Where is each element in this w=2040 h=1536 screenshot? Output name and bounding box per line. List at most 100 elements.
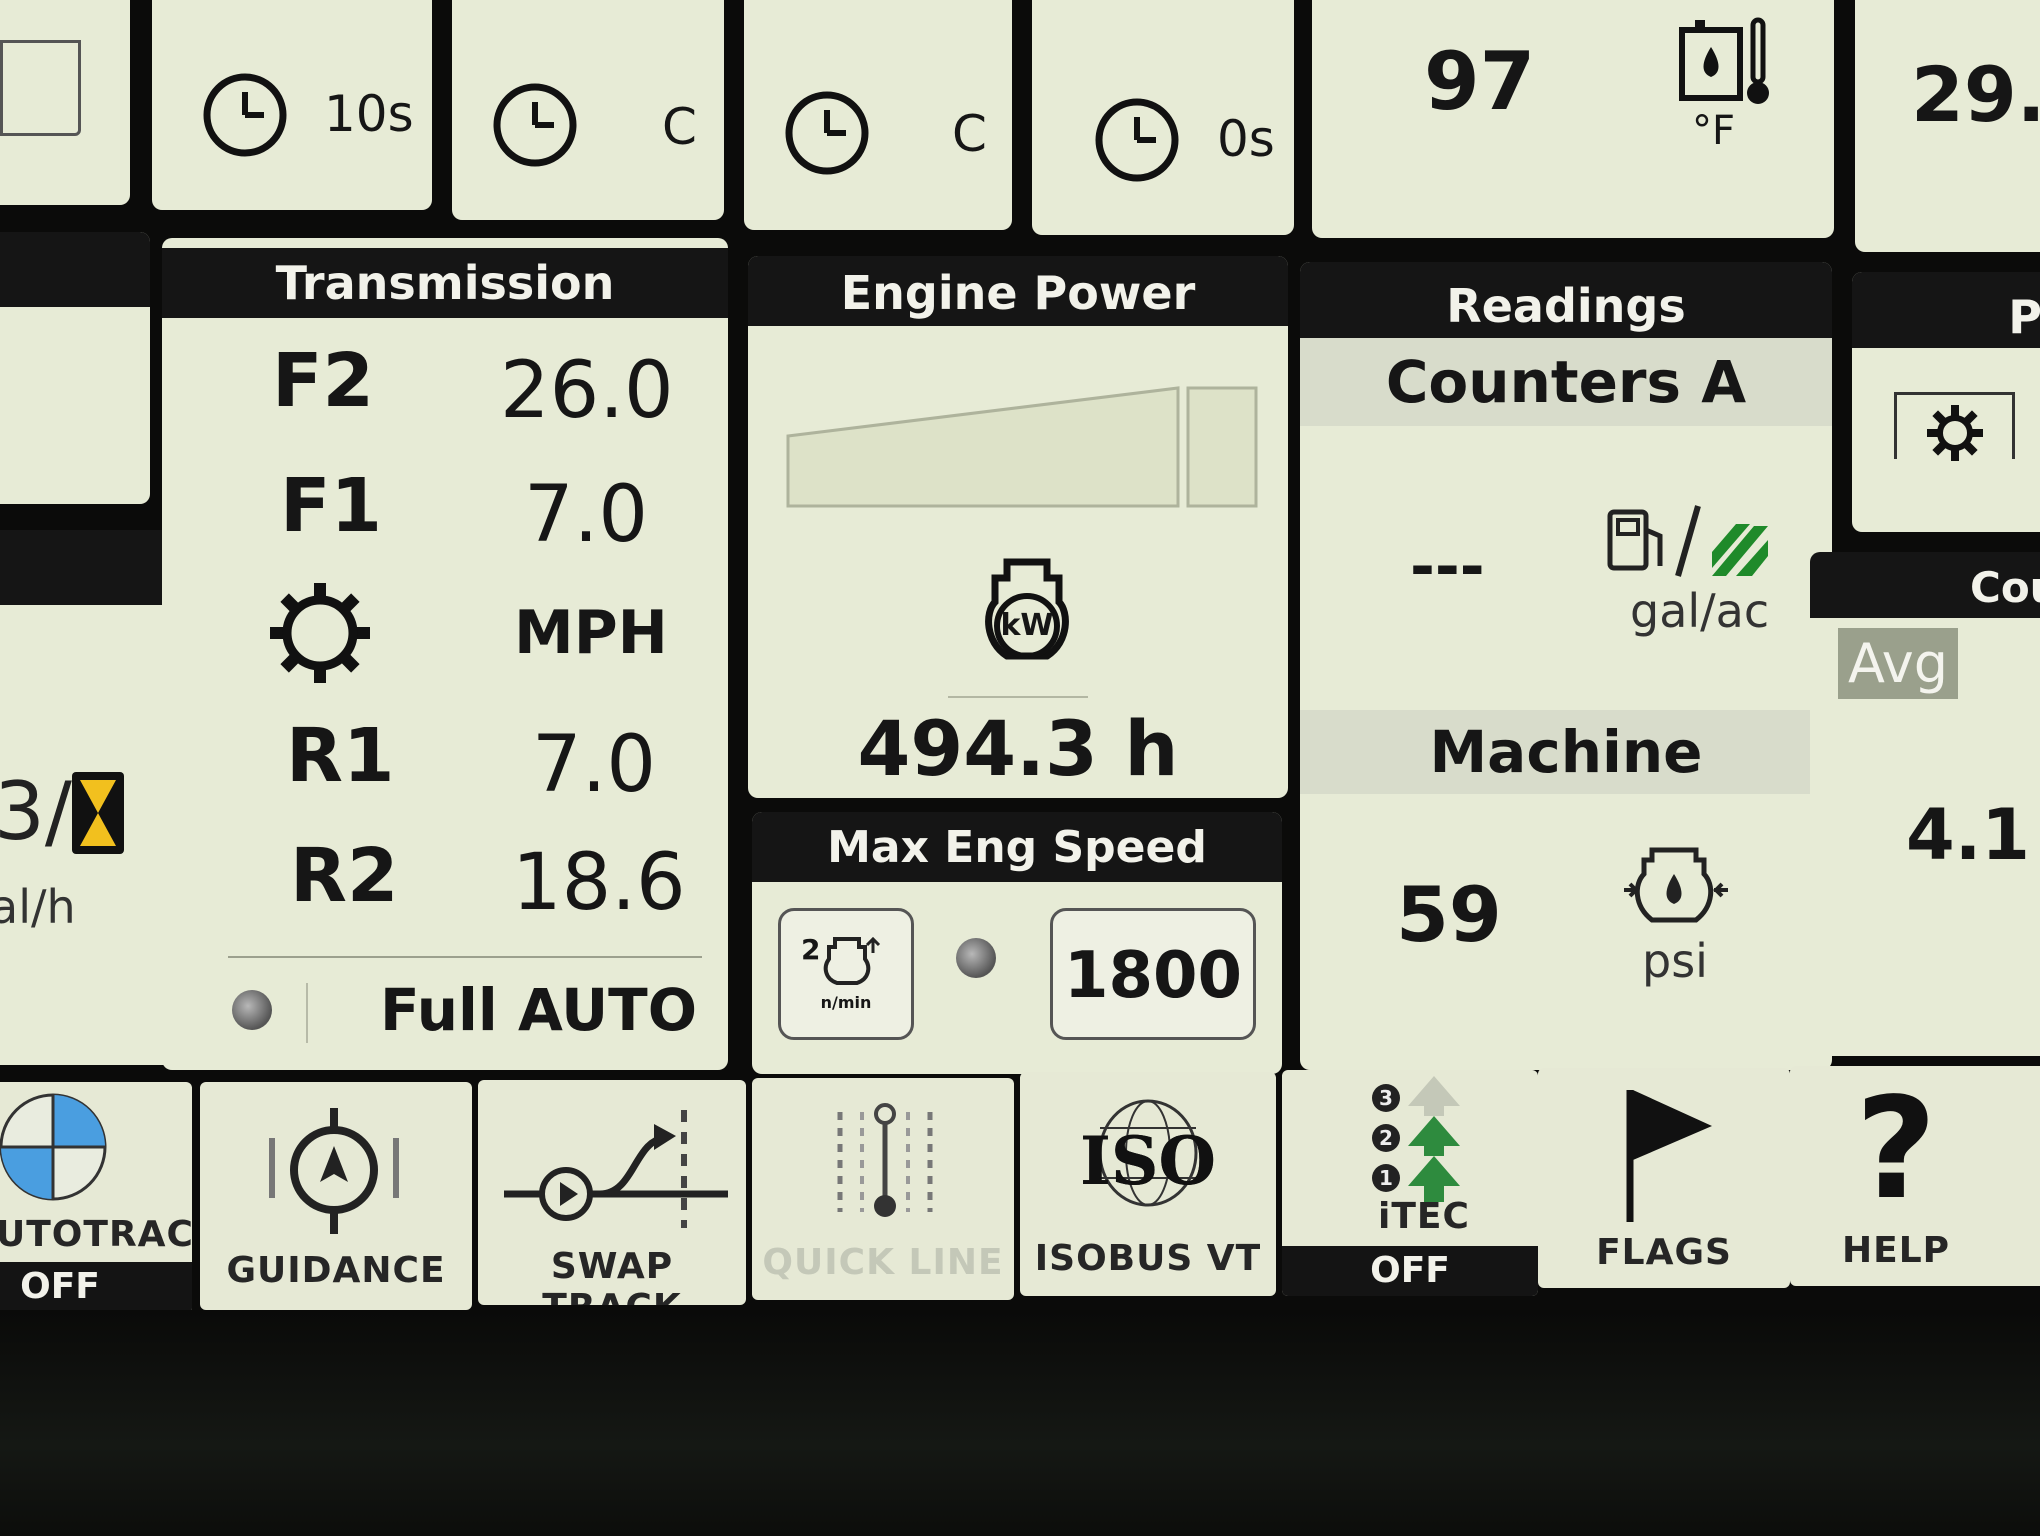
display-bezel: [0, 1310, 2040, 1536]
max-eng-speed-title: Max Eng Speed: [752, 812, 1282, 882]
readings-title: Readings: [1300, 262, 1832, 338]
status-indicator: [232, 990, 272, 1030]
left-partial-tile-1[interactable]: [0, 232, 150, 504]
help-icon: ?: [1855, 1068, 1937, 1231]
itec-sequence-icon: [1408, 1076, 1460, 1202]
clock-icon: [493, 83, 577, 167]
engine-power-title: Engine Power: [748, 256, 1288, 326]
transmission-tile[interactable]: Transmission F2 26.0 F1 7.0 MPH R1 7.0 R…: [162, 238, 728, 1070]
timer-3-value: C: [952, 105, 987, 163]
hourglass-icon: [72, 772, 124, 854]
timer-1-value: 10s: [324, 85, 414, 143]
flag-icon: [1626, 1090, 1712, 1222]
clock-icon: [785, 91, 869, 175]
right-partial-value: 4.1: [1906, 794, 2031, 876]
engine-hours: 494.3 h: [857, 704, 1179, 793]
left-top-tile[interactable]: [0, 0, 130, 205]
itec-state-bar: OFF: [1282, 1246, 1538, 1296]
timer-2-value: C: [662, 98, 697, 156]
max-eng-speed-tile[interactable]: Max Eng Speed 2 n/min 1800: [752, 812, 1282, 1074]
clock-icon: [1095, 98, 1179, 182]
fuel-rate-value: ---: [1410, 532, 1485, 602]
max-eng-speed-value-button[interactable]: 1800: [1050, 908, 1256, 1040]
swap-track-label: SWAP TRACK: [542, 1246, 680, 1305]
clock-icon: [203, 73, 287, 157]
machine-header: Machine: [1300, 710, 1832, 794]
partial-top-right-value: 29.4: [1911, 50, 2040, 139]
gear-label-f2: F2: [272, 338, 375, 424]
engine-power-tile[interactable]: Engine Power kW 494.3 h: [748, 256, 1288, 798]
transmission-mode: Full AUTO: [380, 976, 698, 1044]
right-partial-header-1: P: [1852, 272, 2040, 348]
gear-label-r1: R1: [286, 713, 395, 799]
speed-unit: MPH: [514, 598, 668, 668]
oil-pressure-unit: psi: [1642, 934, 1708, 988]
autotrac-label: UTOTRAC: [0, 1214, 192, 1255]
gear-icon: [270, 583, 370, 683]
temperature-unit: °F: [1692, 108, 1736, 154]
engine-power-gauge: [786, 386, 1258, 508]
engine-kw-label: kW: [1000, 608, 1054, 643]
guidance-icon: [269, 1108, 399, 1234]
fuel-rate-unit: gal/ac: [1630, 584, 1770, 638]
autotrac-button[interactable]: UTOTRAC OFF: [0, 1082, 192, 1314]
oil-pressure-value: 59: [1396, 870, 1502, 959]
flags-label: FLAGS: [1596, 1232, 1732, 1273]
timer-tile-3[interactable]: C: [744, 0, 1012, 230]
autotrac-icon: [0, 1093, 107, 1201]
flags-button[interactable]: FLAGS: [1538, 1068, 1790, 1288]
quick-line-button[interactable]: QUICK LINE: [752, 1078, 1014, 1300]
speed-indicator-dot: [956, 938, 996, 978]
temperature-value: 97: [1424, 35, 1536, 128]
max-eng-speed-value: 1800: [1063, 939, 1243, 1013]
swap-track-icon: [504, 1110, 728, 1228]
itec-step-1: 1: [1372, 1164, 1400, 1192]
gear-label-f1: F1: [280, 463, 383, 549]
gear-label-r2: R2: [290, 833, 399, 919]
quick-line-label: QUICK LINE: [762, 1242, 1004, 1283]
itec-step-3: 3: [1372, 1084, 1400, 1112]
counters-a-header: Counters A: [1300, 338, 1832, 426]
isobus-logo-text: ISO: [1079, 1122, 1217, 1200]
settings-button[interactable]: [1894, 392, 2015, 461]
help-label: HELP: [1841, 1230, 1951, 1271]
left-partial-unit: al/h: [0, 880, 76, 934]
itec-button[interactable]: 3 2 1 iTEC OFF: [1282, 1070, 1538, 1296]
swap-track-button[interactable]: SWAP TRACK: [478, 1080, 746, 1305]
oil-temperature-icon: [1679, 17, 1769, 104]
right-partial-tile-1[interactable]: P: [1852, 272, 2040, 532]
left-partial-tile-2[interactable]: 3/ al/h: [0, 530, 178, 1065]
quick-line-icon: [837, 1103, 933, 1217]
engine-speed-icon: [823, 936, 881, 985]
timer-4-value: 0s: [1217, 110, 1275, 168]
autotrac-state-bar: OFF: [0, 1262, 192, 1314]
timer-tile-4[interactable]: 0s: [1032, 0, 1294, 235]
transmission-title: Transmission: [162, 248, 728, 318]
right-partial-header-2: Cou: [1810, 552, 2040, 618]
timer-tile-1[interactable]: 10s: [152, 0, 432, 210]
itec-step-2: 2: [1372, 1124, 1400, 1152]
isobus-vt-label: ISOBUS VT: [1034, 1238, 1262, 1279]
guidance-label: GUIDANCE: [226, 1250, 446, 1291]
engine-speed-preset-button[interactable]: 2 n/min: [778, 908, 914, 1040]
gear-value-f2: 26.0: [500, 346, 674, 436]
preset-unit: n/min: [820, 993, 872, 1012]
isobus-vt-button[interactable]: ISO ISOBUS VT: [1020, 1072, 1276, 1296]
average-label: Avg: [1838, 628, 1959, 699]
partial-top-right-tile[interactable]: 29.4: [1855, 0, 2040, 252]
readings-tile[interactable]: Readings Counters A --- gal/ac Machine 5…: [1300, 262, 1832, 1070]
guidance-button[interactable]: GUIDANCE: [200, 1082, 472, 1310]
help-button[interactable]: ? HELP: [1790, 1066, 2040, 1286]
fuel-per-area-icon: [1607, 505, 1768, 577]
temperature-tile[interactable]: 97 °F: [1312, 0, 1834, 238]
gear-value-r1: 7.0: [532, 720, 657, 810]
timer-tile-2[interactable]: C: [452, 0, 724, 220]
oil-pressure-icon: [1624, 847, 1728, 923]
gear-value-f1: 7.0: [524, 470, 649, 560]
itec-label: iTEC: [1378, 1196, 1470, 1237]
itec-state: OFF: [1370, 1250, 1450, 1291]
right-partial-tile-2[interactable]: Cou Avg 4.1: [1810, 552, 2040, 1056]
gear-value-r2: 18.6: [512, 838, 686, 928]
settings-gear-icon: [1927, 405, 1983, 461]
autotrac-state: OFF: [20, 1266, 100, 1307]
